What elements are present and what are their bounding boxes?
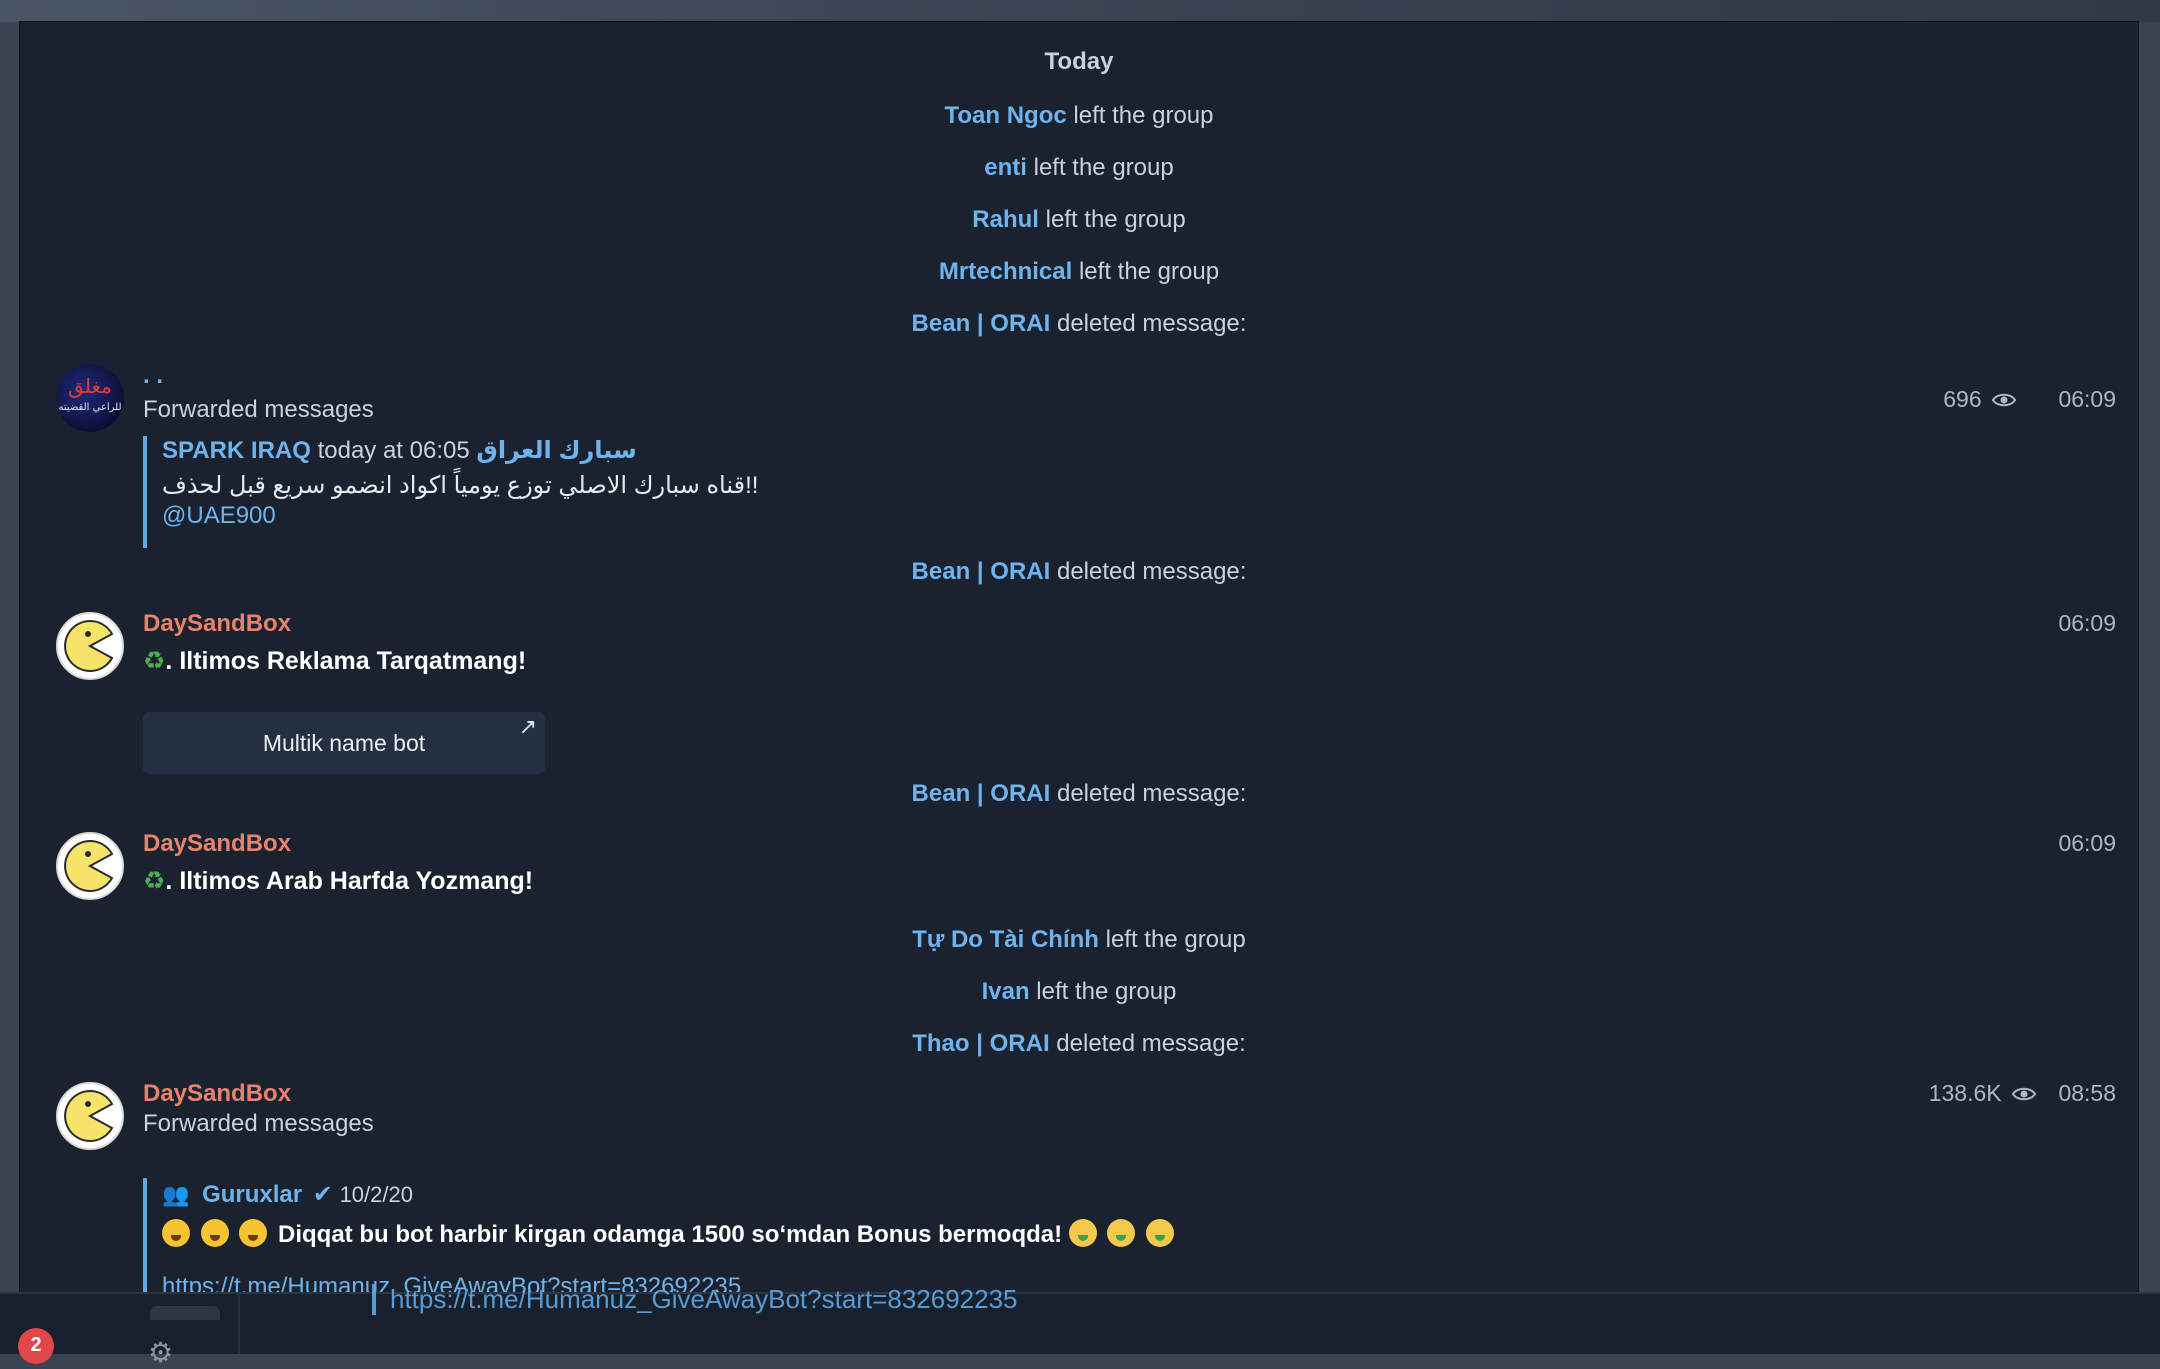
service-action: left the group xyxy=(1105,926,1246,953)
service-message: Ivan left the group xyxy=(20,978,2138,1006)
service-message: Rahul left the group xyxy=(20,206,2138,234)
money-face-emoji xyxy=(1146,1219,1175,1247)
view-count: 696 xyxy=(1943,386,2017,413)
service-message: Bean | ORAI deleted message: xyxy=(20,310,2138,338)
service-message: Bean | ORAI deleted message: xyxy=(20,780,2138,808)
service-action: deleted message: xyxy=(1056,310,1247,337)
people-icon: 👥 xyxy=(162,1182,190,1207)
view-count: 138.6K xyxy=(1928,1080,2037,1107)
service-user-link[interactable]: Bean | ORAI xyxy=(912,558,1051,585)
service-user-link[interactable]: Mrtechnical xyxy=(939,258,1072,285)
unread-badge[interactable]: 2 xyxy=(18,1328,54,1364)
service-user-link[interactable]: Ivan xyxy=(982,978,1030,1005)
quote-channel[interactable]: سبارك العراق xyxy=(476,437,636,464)
service-action: deleted message: xyxy=(1056,558,1247,585)
forwarded-label: Forwarded messages xyxy=(143,1110,374,1137)
service-action: left the group xyxy=(1045,206,1186,233)
message-time: 06:09 xyxy=(2058,610,2116,636)
quote-author[interactable]: SPARK IRAQ xyxy=(162,437,311,464)
pacman-avatar xyxy=(64,840,114,892)
service-message: Tự Do Tài Chính left the group xyxy=(20,926,2138,954)
service-action: left the group xyxy=(1073,102,1214,129)
scream-emoji xyxy=(162,1219,190,1247)
forwarded-label: Forwarded messages xyxy=(143,396,374,423)
pacman-avatar xyxy=(64,620,114,672)
eye-icon xyxy=(1988,386,2017,412)
service-action: deleted message: xyxy=(1056,780,1247,807)
avatar[interactable] xyxy=(56,612,124,680)
service-action: left the group xyxy=(1078,258,1220,285)
forwarded-quote[interactable]: SPARK IRAQ today at 06:05 سبارك العراق ق… xyxy=(143,436,758,548)
avatar-subtext: للراعي القضيته xyxy=(58,402,122,413)
sender-name[interactable]: DaySandBox xyxy=(143,610,291,638)
avatar[interactable] xyxy=(56,1082,124,1150)
message-time: 06:09 xyxy=(2058,830,2116,856)
service-user-link[interactable]: Rahul xyxy=(972,206,1039,233)
forwarded-quote[interactable]: 👥 Guruxlar ✔ 10/2/20 Diqqat bu bot harbi… xyxy=(143,1178,1178,1292)
view-count-value: 696 xyxy=(1943,386,1982,412)
chat-history[interactable]: Today Toan Ngoc left the group enti left… xyxy=(20,22,2138,1292)
avatar-text: مغلق xyxy=(68,374,112,398)
money-face-emoji xyxy=(1107,1219,1136,1247)
service-message: Mrtechnical left the group xyxy=(20,258,2138,286)
recycle-icon: ♻ xyxy=(143,647,166,675)
pacman-avatar xyxy=(64,1090,114,1142)
service-user-link[interactable]: Thao | ORAI xyxy=(912,1030,1049,1057)
avatar[interactable] xyxy=(56,832,124,900)
service-message: enti left the group xyxy=(20,154,2138,182)
quote-text: قناه سبارك الاصلي توزع يومياً اكواد انضم… xyxy=(162,472,759,499)
sender-name[interactable]: . . xyxy=(143,362,163,390)
service-user-link[interactable]: Tự Do Tài Chính xyxy=(912,926,1099,953)
view-count-value: 138.6K xyxy=(1928,1080,2002,1106)
service-user-link[interactable]: Toan Ngoc xyxy=(945,102,1067,129)
background-window xyxy=(0,1292,2160,1354)
message-time: 08:58 xyxy=(2058,1080,2116,1106)
button-label: Multik name bot xyxy=(262,729,426,756)
eye-icon xyxy=(2008,1080,2037,1106)
day-separator: Today xyxy=(1044,48,1114,75)
quote-text: Diqqat bu bot harbir kirgan odamga 1500 … xyxy=(162,1219,1178,1249)
service-user-link[interactable]: enti xyxy=(984,154,1027,181)
message-time: 06:09 xyxy=(2058,386,2116,412)
scream-emoji xyxy=(200,1219,229,1247)
service-message: Thao | ORAI deleted message: xyxy=(20,1030,2138,1058)
scream-emoji xyxy=(239,1219,268,1247)
background-link: https://t.me/Humanuz_GiveAwayBot?start=8… xyxy=(372,1284,1018,1315)
desktop-background xyxy=(0,0,2160,22)
recycle-icon: ♻ xyxy=(143,867,166,895)
service-user-link[interactable]: Bean | ORAI xyxy=(912,310,1051,337)
service-action: left the group xyxy=(1033,154,1174,181)
sender-name[interactable]: DaySandBox xyxy=(143,1080,291,1108)
verified-check-icon: ✔ xyxy=(312,1181,333,1208)
service-action: deleted message: xyxy=(1056,1030,1246,1057)
sender-name[interactable]: DaySandBox xyxy=(143,830,291,858)
quote-mention[interactable]: @UAE900 xyxy=(162,502,758,530)
message-text: ♻. Iltimos Reklama Tarqatmang! xyxy=(143,647,527,675)
money-face-emoji xyxy=(1068,1219,1097,1247)
quote-when: today at 06:05 xyxy=(317,437,470,464)
divider xyxy=(238,1294,240,1354)
quote-author[interactable]: Guruxlar xyxy=(202,1181,302,1208)
service-action: left the group xyxy=(1036,978,1177,1005)
avatar[interactable]: مغلق للراعي القضيته xyxy=(56,364,124,432)
service-user-link[interactable]: Bean | ORAI xyxy=(912,780,1051,807)
inline-keyboard-button[interactable]: Multik name bot ↗ xyxy=(143,712,545,774)
message-text: ♻. Iltimos Arab Harfda Yozmang! xyxy=(143,867,534,895)
arrow-up-right-icon: ↗ xyxy=(518,714,537,739)
service-message: Bean | ORAI deleted message: xyxy=(20,558,2138,586)
quote-date: 10/2/20 xyxy=(339,1182,413,1207)
service-message: Toan Ngoc left the group xyxy=(20,102,2138,130)
scroll-pill xyxy=(150,1306,220,1320)
gear-icon[interactable]: ⚙ xyxy=(148,1336,173,1369)
